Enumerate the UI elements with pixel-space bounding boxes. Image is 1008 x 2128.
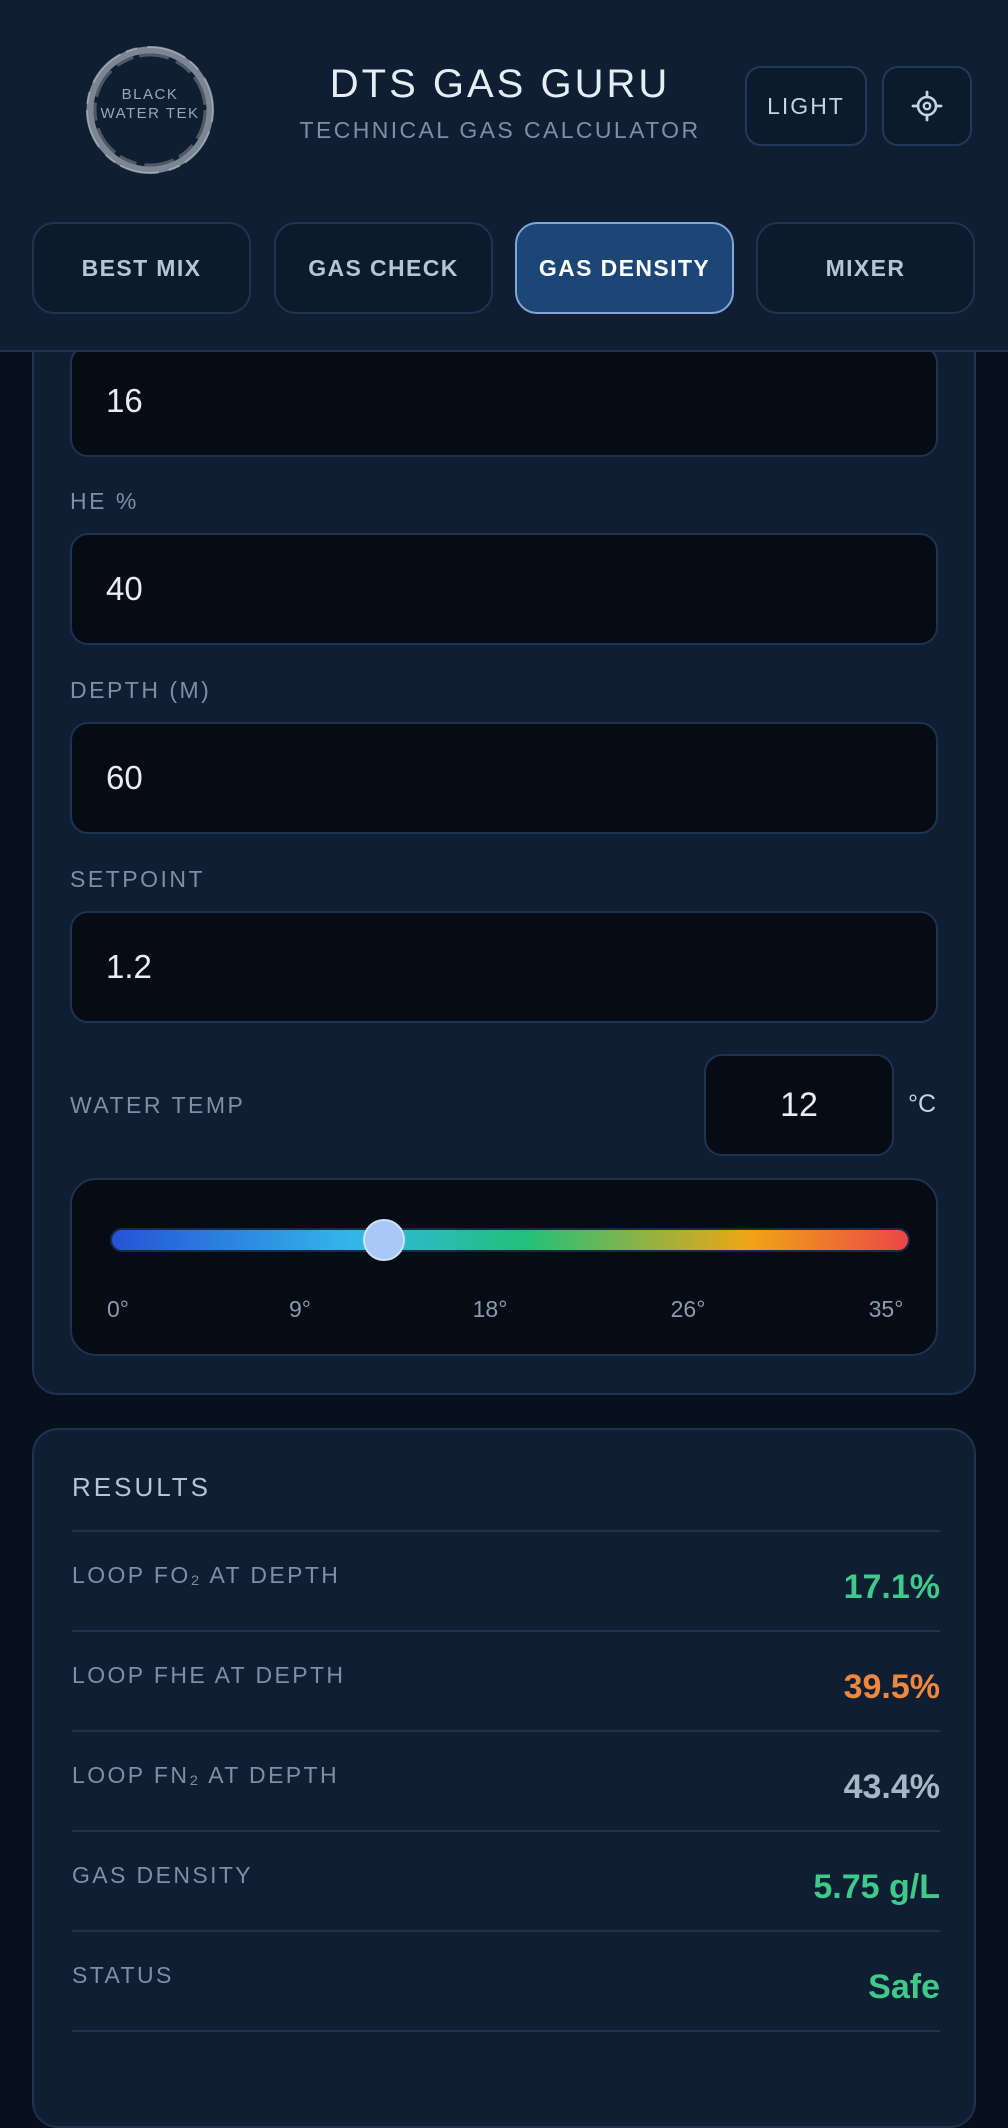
app-subtitle: TECHNICAL GAS CALCULATOR (299, 117, 701, 143)
result-row-status: STATUS Safe (72, 1932, 940, 2032)
results-title: RESULTS (72, 1472, 211, 1502)
depth-label: DEPTH (M) (70, 677, 212, 703)
setpoint-input[interactable]: 1.2 (70, 911, 938, 1023)
logo-text-line1: BLACK (121, 86, 179, 103)
water-temp-label: WATER TEMP (70, 1092, 246, 1118)
slider-tick-0: 0° (107, 1296, 129, 1322)
result-value: 17.1% (843, 1568, 940, 1606)
result-label: GAS DENSITY (72, 1862, 254, 1888)
result-row-gas-density: GAS DENSITY 5.75 g/L (72, 1832, 940, 1932)
gear-icon (911, 90, 943, 122)
light-theme-label: LIGHT (767, 92, 845, 119)
tab-label: GAS DENSITY (538, 254, 711, 281)
setpoint-label: SETPOINT (70, 866, 206, 892)
tab-label: GAS CHECK (308, 254, 459, 281)
result-value: 39.5% (843, 1668, 940, 1706)
tab-best-mix[interactable]: BEST MIX (32, 222, 251, 314)
results-card: RESULTS LOOP FO₂ AT DEPTH 17.1% LOOP FHE… (32, 1428, 976, 2128)
tab-label: BEST MIX (81, 254, 202, 281)
water-temp-slider-thumb[interactable] (363, 1219, 406, 1261)
water-temp-value: 12 (780, 1085, 818, 1124)
he-input-value: 40 (106, 570, 143, 607)
status-badge: Safe (868, 1968, 940, 2006)
slider-tick-3: 26° (670, 1296, 706, 1322)
result-label: LOOP FN₂ AT DEPTH (72, 1762, 340, 1788)
tab-gas-density[interactable]: GAS DENSITY (515, 222, 734, 314)
setpoint-input-value: 1.2 (106, 948, 152, 985)
result-label: LOOP FHE AT DEPTH (72, 1662, 346, 1688)
result-label: STATUS (72, 1962, 174, 1988)
result-row-loop-fo2: LOOP FO₂ AT DEPTH 17.1% (72, 1532, 940, 1632)
o2-input-value: 16 (106, 382, 143, 419)
result-label: LOOP FO₂ AT DEPTH (72, 1562, 341, 1588)
tab-label: MIXER (825, 254, 906, 281)
app-header: BLACK WATER TEK DTS GAS GURU TECHNICAL G… (0, 0, 1008, 352)
he-input[interactable]: 40 (70, 533, 938, 645)
logo: BLACK WATER TEK (82, 42, 218, 178)
depth-input-value: 60 (106, 759, 143, 796)
result-value: 43.4% (843, 1768, 940, 1806)
water-temp-unit: °C (908, 1090, 937, 1118)
water-temp-slider-track[interactable] (110, 1228, 910, 1252)
light-theme-button[interactable]: LIGHT (745, 66, 867, 146)
result-row-loop-fhe: LOOP FHE AT DEPTH 39.5% (72, 1632, 940, 1732)
slider-tick-4: 35° (868, 1296, 904, 1322)
result-value: 5.75 g/L (813, 1868, 940, 1906)
logo-text: BLACK WATER TEK (82, 85, 218, 123)
o2-input[interactable]: 16 (70, 345, 938, 457)
tab-gas-check[interactable]: GAS CHECK (274, 222, 493, 314)
tab-mixer[interactable]: MIXER (756, 222, 975, 314)
app-title: DTS GAS GURU (329, 62, 671, 106)
settings-button[interactable] (882, 66, 972, 146)
he-label: HE % (70, 488, 139, 514)
water-temp-slider-panel: 0° 9° 18° 26° 35° (70, 1178, 938, 1356)
slider-tick-2: 18° (472, 1296, 508, 1322)
depth-input[interactable]: 60 (70, 722, 938, 834)
result-row-loop-fn2: LOOP FN₂ AT DEPTH 43.4% (72, 1732, 940, 1832)
slider-tick-1: 9° (289, 1296, 311, 1322)
water-temp-input[interactable]: 12 (704, 1054, 894, 1156)
mode-tabs: BEST MIX GAS CHECK GAS DENSITY MIXER (32, 222, 976, 314)
logo-text-line2: WATER TEK (100, 105, 200, 122)
